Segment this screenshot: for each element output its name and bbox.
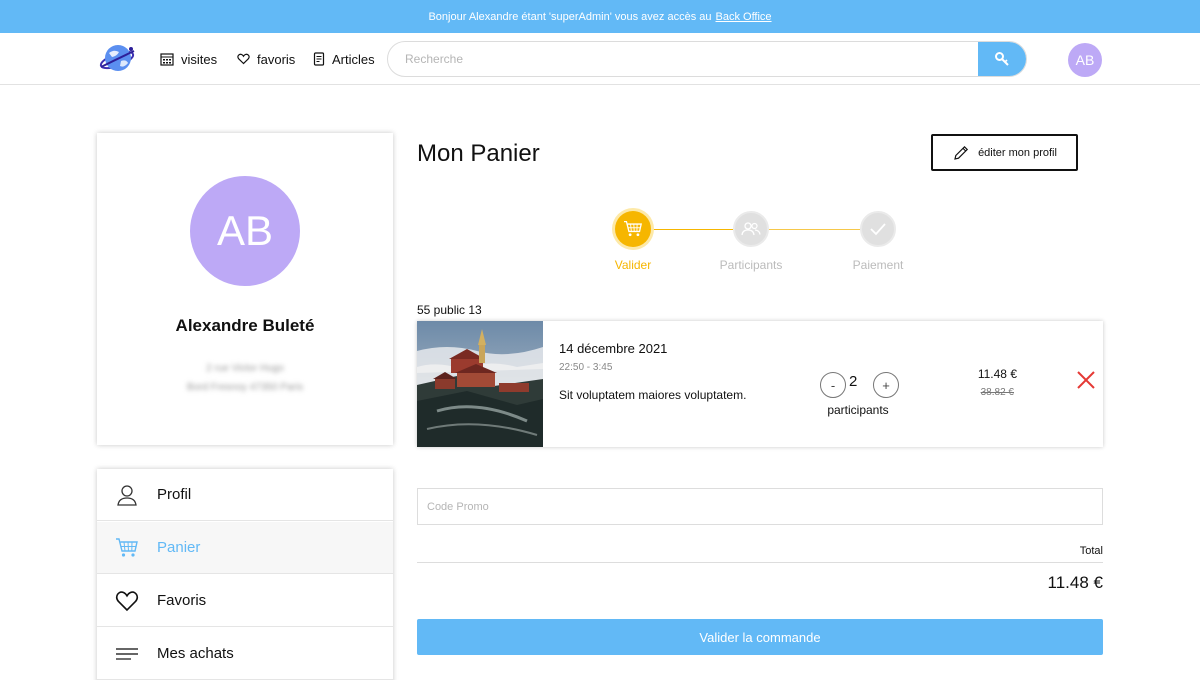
cart-icon xyxy=(116,537,138,557)
profile-name: Alexandre Buleté xyxy=(175,316,315,335)
item-old-price: 38.82 € xyxy=(980,387,1014,398)
logo-icon[interactable] xyxy=(97,41,137,77)
page-title: Mon Panier xyxy=(417,140,540,167)
event-label: 55 public 13 xyxy=(417,303,482,317)
step-connector xyxy=(651,229,733,230)
nav-link-favoris[interactable]: favoris xyxy=(237,33,295,85)
menu-item-profil[interactable]: Profil xyxy=(97,469,393,521)
nav-link-label: visites xyxy=(181,51,218,67)
step-participants xyxy=(733,211,769,247)
admin-banner: Bonjour Alexandre étant 'superAdmin' vou… xyxy=(0,0,1200,33)
quantity-label: participants xyxy=(827,403,889,417)
divider xyxy=(417,562,1103,563)
profile-card: AB Alexandre Buleté 2 rue Victor Hugo Bo… xyxy=(97,133,393,445)
item-description: Sit voluptatem maiores voluptatem. xyxy=(559,388,747,402)
edit-profile-button[interactable]: éditer mon profil xyxy=(931,134,1078,171)
profile-avatar: AB xyxy=(190,176,300,286)
menu-item-label: Mes achats xyxy=(157,645,234,662)
menu-item-panier[interactable]: Panier xyxy=(97,522,393,574)
list-icon xyxy=(116,647,138,660)
search-button[interactable] xyxy=(978,42,1026,76)
user-avatar[interactable]: AB xyxy=(1068,43,1102,77)
check-icon xyxy=(870,223,886,236)
menu-item-mes-achats[interactable]: Mes achats xyxy=(97,628,393,680)
edit-profile-label: éditer mon profil xyxy=(978,146,1057,159)
step-connector xyxy=(769,229,860,230)
increase-quantity-button[interactable]: + xyxy=(873,372,899,398)
step-label: Participants xyxy=(719,258,783,272)
nav-link-articles[interactable]: Articles xyxy=(313,33,375,85)
profile-address-line: 2 rue Victor Hugo xyxy=(206,363,284,374)
nav-link-label: Articles xyxy=(332,51,375,67)
back-office-link[interactable]: Back Office xyxy=(716,11,772,23)
banner-text: Bonjour Alexandre étant 'superAdmin' vou… xyxy=(428,10,712,23)
user-icon xyxy=(117,484,137,506)
validate-order-button[interactable]: Valider la commande xyxy=(417,619,1103,655)
heart-icon xyxy=(237,53,250,65)
top-navigation: visites favoris Articles AB xyxy=(0,33,1200,85)
quantity-value: 2 xyxy=(849,373,858,390)
menu-item-favoris[interactable]: Favoris xyxy=(97,575,393,627)
event-image xyxy=(417,321,543,447)
menu-item-label: Panier xyxy=(157,539,201,556)
total-label: Total xyxy=(1079,545,1103,557)
menu-item-label: Profil xyxy=(157,486,192,503)
promo-code-input[interactable] xyxy=(417,488,1103,525)
item-time: 22:50 - 3:45 xyxy=(559,362,613,373)
document-icon xyxy=(313,52,325,66)
cart-icon xyxy=(624,220,642,237)
item-price: 11.48 € xyxy=(977,367,1017,381)
step-label: Valider xyxy=(614,258,652,272)
heart-icon xyxy=(115,590,139,611)
pencil-icon xyxy=(954,145,969,160)
nav-link-label: favoris xyxy=(257,51,296,67)
search-input[interactable] xyxy=(388,42,980,76)
search-bar xyxy=(387,41,1027,77)
key-icon xyxy=(995,52,1009,66)
users-icon xyxy=(741,222,761,236)
total-value: 11.48 € xyxy=(1047,573,1103,592)
cart-item: 14 décembre 2021 22:50 - 3:45 Sit volupt… xyxy=(417,321,1103,447)
decrease-quantity-button[interactable]: - xyxy=(820,372,846,398)
calendar-icon xyxy=(160,52,174,66)
side-menu: Profil Panier Favoris Mes achats xyxy=(97,469,393,680)
close-icon xyxy=(1077,371,1095,389)
step-paiement xyxy=(860,211,896,247)
item-date: 14 décembre 2021 xyxy=(559,341,668,356)
step-label: Paiement xyxy=(852,258,904,272)
remove-item-button[interactable] xyxy=(1075,369,1097,391)
profile-address-line: Bord Fresnoy 47350 Paris xyxy=(186,382,304,393)
step-valider xyxy=(615,211,651,247)
nav-link-visites[interactable]: visites xyxy=(160,33,217,85)
menu-item-label: Favoris xyxy=(157,592,207,609)
